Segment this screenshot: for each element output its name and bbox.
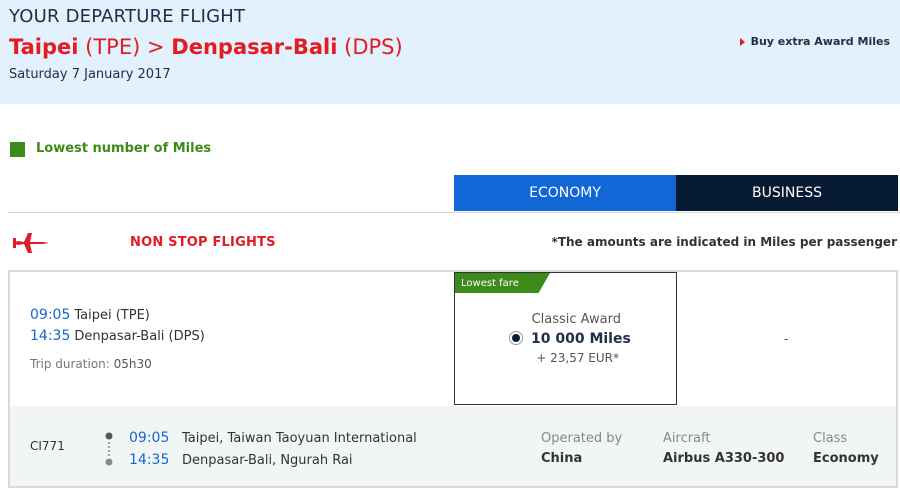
legend-label: Lowest number of Miles: [36, 141, 212, 156]
operated-by-label: Operated by: [541, 431, 623, 446]
departure-place: Taipei (TPE): [74, 308, 150, 323]
route-separator: >: [147, 35, 165, 59]
buy-extra-miles-link[interactable]: Buy extra Award Miles: [739, 35, 890, 48]
miles-note: *The amounts are indicated in Miles per …: [552, 235, 897, 249]
detail-departure-time: 09:05: [129, 430, 170, 446]
origin-code: (TPE): [85, 35, 141, 59]
legend-swatch: [10, 142, 25, 157]
tab-business-label: BUSINESS: [752, 185, 822, 201]
operated-by-value: China: [541, 451, 583, 466]
plane-icon: [12, 233, 48, 253]
trip-duration-label: Trip duration:: [30, 357, 110, 371]
trip-duration-value: 05h30: [113, 357, 152, 371]
arrival-summary: 14:35 Denpasar-Bali (DPS): [30, 328, 205, 344]
detail-departure-place: Taipei, Taiwan Taoyuan International: [182, 431, 417, 446]
detail-arrival-time: 14:35: [129, 452, 170, 468]
aircraft-label: Aircraft: [663, 431, 711, 446]
arrival-place: Denpasar-Bali (DPS): [74, 329, 205, 344]
flight-details-panel: [10, 406, 896, 486]
class-label: Class: [813, 431, 848, 446]
destination-city: Denpasar-Bali: [171, 35, 338, 59]
aircraft-value: Airbus A330-300: [663, 451, 785, 466]
fare-name: Classic Award: [531, 312, 621, 327]
tab-economy-label: ECONOMY: [529, 185, 601, 201]
buy-extra-miles-label: Buy extra Award Miles: [750, 35, 890, 48]
detail-arrival-place: Denpasar-Bali, Ngurah Rai: [182, 453, 353, 468]
fare-fee: + 23,57 EUR*: [536, 351, 619, 365]
flight-code: CI771: [30, 439, 65, 453]
triangle-right-icon: [739, 37, 745, 46]
section-title: NON STOP FLIGHTS: [130, 235, 276, 250]
tab-economy[interactable]: ECONOMY: [454, 175, 676, 211]
radio-selected-icon[interactable]: [509, 331, 523, 345]
departure-time: 09:05: [30, 307, 71, 323]
route-dots-icon: [105, 432, 113, 466]
page-label: YOUR DEPARTURE FLIGHT: [9, 6, 246, 27]
lowest-fare-badge: Lowest fare: [455, 273, 550, 293]
radio-dot: [512, 334, 520, 342]
route-title: Taipei (TPE) > Denpasar-Bali (DPS): [9, 35, 403, 59]
divider: [8, 212, 900, 213]
note-text: The amounts are indicated in Miles per p…: [557, 235, 897, 249]
fare-miles: 10 000 Miles: [531, 331, 631, 347]
origin-city: Taipei: [9, 35, 79, 59]
flight-date: Saturday 7 January 2017: [9, 67, 171, 82]
destination-code: (DPS): [344, 35, 403, 59]
tab-business[interactable]: BUSINESS: [676, 175, 898, 211]
class-value: Economy: [813, 451, 879, 466]
business-fare-unavailable: -: [784, 332, 789, 346]
arrival-time: 14:35: [30, 328, 71, 344]
departure-summary: 09:05 Taipei (TPE): [30, 307, 150, 323]
trip-duration: Trip duration: 05h30: [30, 357, 152, 371]
